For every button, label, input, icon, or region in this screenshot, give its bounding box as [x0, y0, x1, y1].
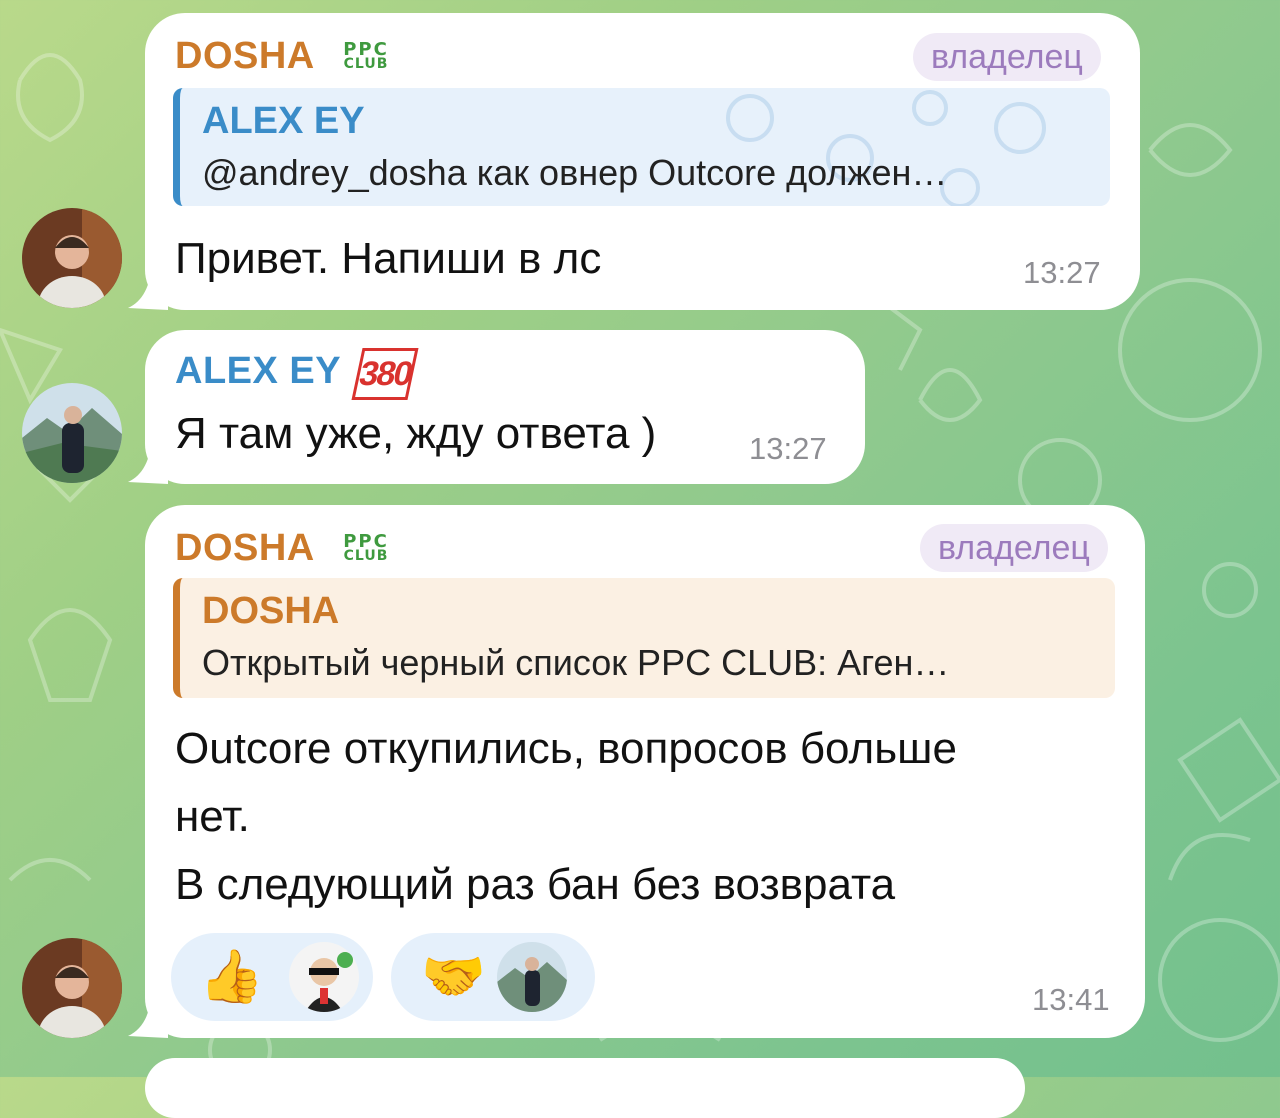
- reactor-avatar: [289, 942, 359, 1012]
- reply-preview[interactable]: ALEX EY @andrey_dosha как овнер Outcore …: [173, 88, 1110, 206]
- owner-role-badge: владелец: [920, 524, 1108, 572]
- avatar-dosha[interactable]: [22, 938, 122, 1038]
- reply-snippet: Открытый черный список PPC CLUB: Аген…: [202, 642, 950, 683]
- reaction-handshake[interactable]: 🤝: [391, 933, 595, 1021]
- message-text: Я там уже, жду ответа ): [175, 409, 657, 458]
- thumbs-up-icon: 👍: [199, 948, 264, 1006]
- badge-380-icon: 380: [351, 348, 419, 400]
- handshake-icon: 🤝: [421, 948, 486, 1006]
- reply-preview[interactable]: DOSHA Открытый черный список PPC CLUB: А…: [173, 578, 1115, 698]
- sender-name[interactable]: DOSHA: [175, 527, 315, 570]
- message-bubble[interactable]: ALEX EY 380 Я там уже, жду ответа ) 13:2…: [145, 330, 865, 484]
- reactor-avatar: [497, 942, 567, 1012]
- message-text: Привет. Напиши в лс: [175, 234, 602, 283]
- reaction-thumbs-up[interactable]: 👍: [171, 933, 373, 1021]
- message-text-line: Outcore откупились, вопросов больше: [175, 724, 957, 773]
- ppc-club-badge: PPC CLUB: [343, 531, 389, 564]
- message-bubble[interactable]: DOSHA PPC CLUB владелец ALEX EY @andrey_…: [145, 13, 1140, 310]
- reply-snippet: @andrey_dosha как овнер Outcore должен…: [202, 152, 948, 193]
- sender-name[interactable]: DOSHA: [175, 35, 315, 78]
- next-message-bubble[interactable]: [145, 1058, 1025, 1118]
- message-time: 13:27: [749, 431, 827, 466]
- avatar-alex-ey[interactable]: [22, 383, 122, 483]
- ppc-club-badge: PPC CLUB: [343, 39, 389, 72]
- owner-role-badge: владелец: [913, 33, 1101, 81]
- message-time: 13:41: [1032, 982, 1110, 1017]
- message-bubble[interactable]: DOSHA PPC CLUB владелец DOSHA Открытый ч…: [145, 505, 1145, 1038]
- message-time: 13:27: [1023, 255, 1101, 290]
- reply-sender-name: DOSHA: [202, 590, 340, 632]
- message-text-line: В следующий раз бан без возврата: [175, 860, 896, 909]
- sender-name[interactable]: ALEX EY: [175, 350, 341, 393]
- reply-sender-name: ALEX EY: [202, 100, 365, 142]
- message-text-line: нет.: [175, 792, 250, 841]
- avatar-dosha[interactable]: [22, 208, 122, 308]
